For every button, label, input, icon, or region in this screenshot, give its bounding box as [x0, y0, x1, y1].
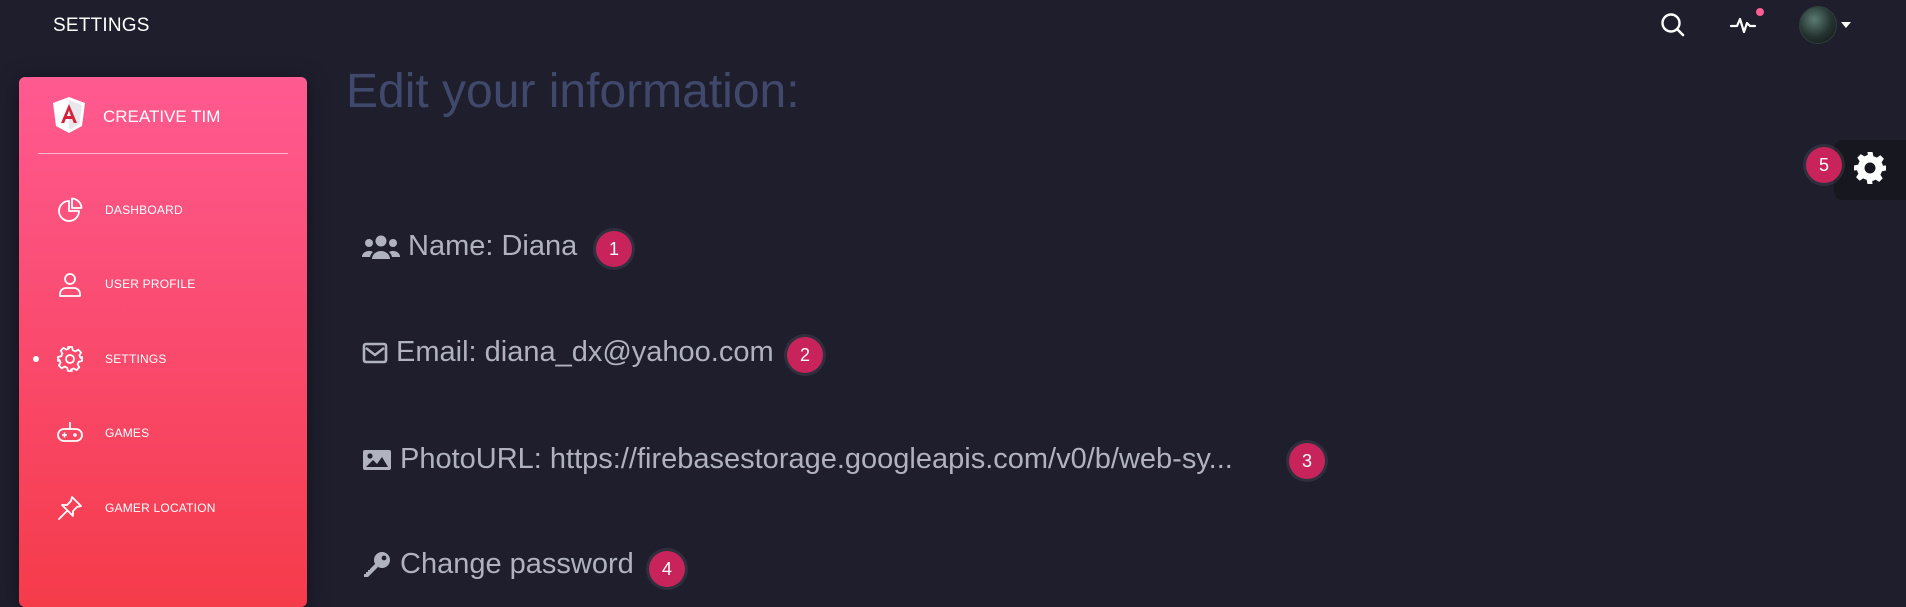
sidebar-item-label: GAMES: [105, 426, 150, 440]
caret-down-icon: [1841, 22, 1851, 28]
photo-url-row[interactable]: PhotoURL: https://firebasestorage.google…: [362, 443, 1233, 476]
photo-url-text: PhotoURL: https://firebasestorage.google…: [400, 443, 1233, 475]
email-text: Email: diana_dx@yahoo.com: [396, 336, 774, 368]
angular-logo-icon[interactable]: [52, 96, 86, 134]
sidebar-divider: [38, 153, 288, 154]
navbar-brand[interactable]: SETTINGS: [53, 15, 150, 37]
gear-icon: [1852, 150, 1888, 191]
notification-dot: [1756, 8, 1764, 16]
gamepad-icon: [55, 418, 85, 448]
sidebar-item-label: GAMER LOCATION: [105, 501, 216, 515]
theme-settings-button[interactable]: [1834, 140, 1906, 200]
key-icon: [362, 550, 392, 580]
name-text: Name: Diana: [408, 230, 578, 262]
users-icon: [362, 233, 400, 261]
activity-icon[interactable]: [1726, 8, 1764, 42]
sidebar-item-games[interactable]: GAMES: [19, 408, 307, 458]
sidebar-item-label: SETTINGS: [105, 352, 167, 366]
marker-badge-3: 3: [1289, 443, 1325, 479]
change-password-row[interactable]: Change password: [362, 548, 634, 581]
name-row[interactable]: Name: Diana: [362, 230, 577, 263]
marker-badge-5: 5: [1806, 147, 1842, 183]
search-icon[interactable]: [1656, 8, 1690, 42]
user-icon: [55, 269, 85, 299]
active-indicator: [33, 356, 39, 362]
marker-badge-1: 1: [596, 231, 632, 267]
sidebar-item-user-profile[interactable]: USER PROFILE: [19, 259, 307, 309]
marker-badge-4: 4: [649, 551, 685, 587]
sidebar-item-gamer-location[interactable]: GAMER LOCATION: [19, 483, 307, 533]
email-row[interactable]: Email: diana_dx@yahoo.com: [362, 336, 774, 369]
pin-icon: [55, 493, 85, 523]
top-navbar: SETTINGS: [0, 0, 1906, 50]
avatar[interactable]: [1799, 6, 1837, 44]
marker-badge-2: 2: [787, 337, 823, 373]
image-icon: [362, 447, 392, 473]
sidebar-item-label: DASHBOARD: [105, 203, 183, 217]
sidebar-item-dashboard[interactable]: DASHBOARD: [19, 185, 307, 235]
sidebar-item-label: USER PROFILE: [105, 277, 196, 291]
chart-pie-icon: [55, 195, 85, 225]
envelope-icon: [362, 340, 388, 366]
user-menu-dropdown[interactable]: [1797, 6, 1853, 44]
page-title: Edit your information:: [346, 65, 800, 118]
sidebar-brand[interactable]: CREATIVE TIM: [103, 107, 220, 127]
sidebar-item-settings[interactable]: SETTINGS: [19, 334, 307, 384]
sidebar: CREATIVE TIM DASHBOARD USER PROFILE SETT…: [19, 77, 307, 607]
change-password-text: Change password: [400, 548, 634, 580]
gear-icon: [55, 344, 85, 374]
